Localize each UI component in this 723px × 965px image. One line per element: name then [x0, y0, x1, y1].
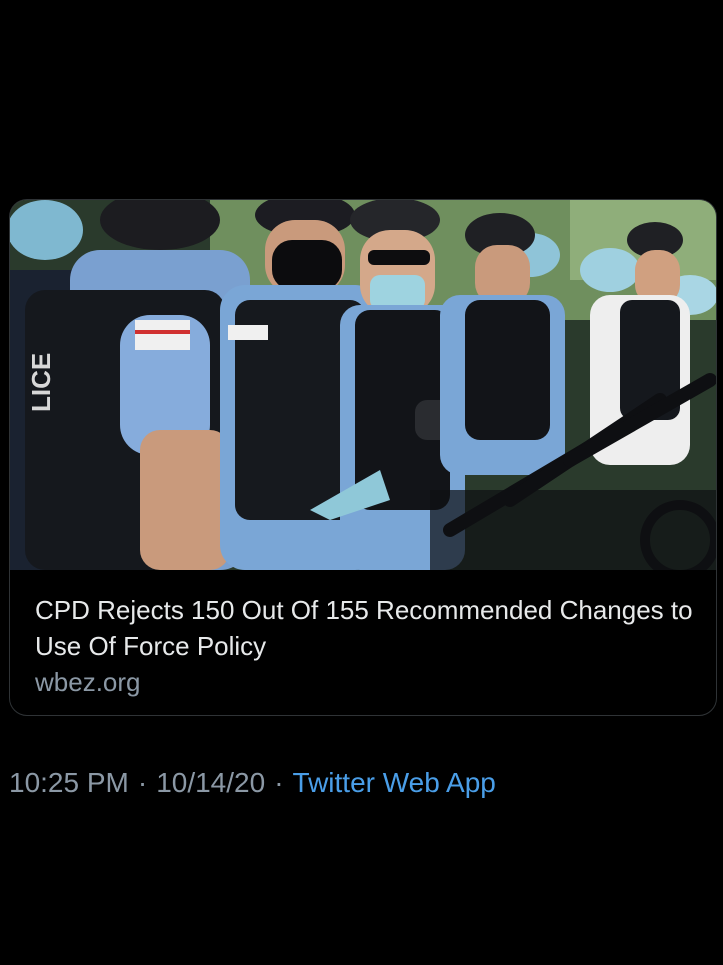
tweet-date[interactable]: 10/14/20	[156, 767, 265, 798]
card-domain: wbez.org	[35, 667, 141, 697]
tweet-source-link[interactable]: Twitter Web App	[293, 767, 496, 798]
card-body[interactable]: CPD Rejects 150 Out Of 155 Recommended C…	[10, 570, 716, 715]
vest-lettering: LICE	[26, 353, 56, 412]
meta-separator: ·	[137, 767, 148, 798]
card-image[interactable]: LICE	[10, 200, 716, 570]
link-preview-card[interactable]: LICE CPD Rejects 150 Out Of 155 Recommen…	[9, 199, 717, 716]
meta-separator: ·	[274, 767, 284, 798]
card-headline[interactable]: CPD Rejects 150 Out Of 155 Recommended C…	[35, 592, 695, 664]
police-officers-photo: LICE	[10, 200, 716, 570]
tweet-metadata: 10:25 PM · 10/14/20 · Twitter Web App	[9, 765, 496, 801]
tweet-time[interactable]: 10:25 PM	[9, 767, 129, 798]
